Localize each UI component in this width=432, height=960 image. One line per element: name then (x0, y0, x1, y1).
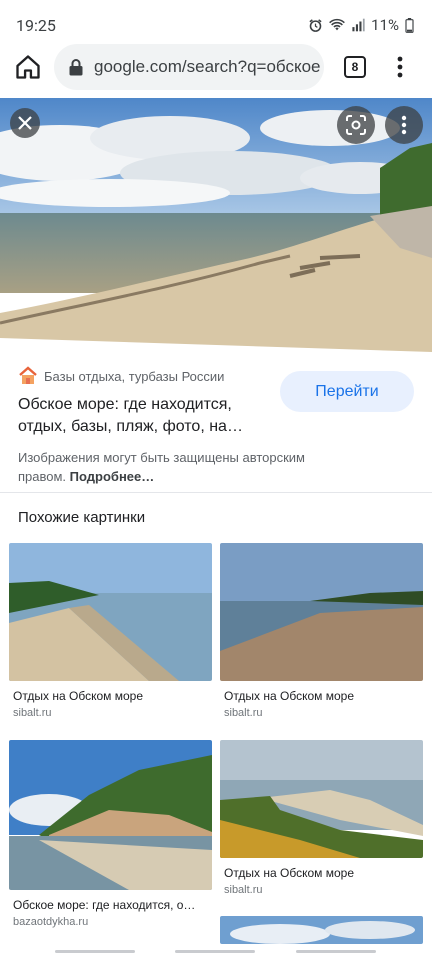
card-title: Отдых на Обском море (224, 866, 355, 880)
card-site: bazaotdykha.ru (13, 916, 89, 928)
copyright-notice: Изображения могут быть защищены авторски… (18, 448, 348, 486)
home-icon[interactable] (14, 53, 42, 81)
card-title: Обское море: где находится, о… (13, 898, 196, 912)
wifi-icon (329, 18, 346, 31)
address-bar[interactable]: google.com/search?q=обское (54, 44, 324, 90)
similar-image (220, 916, 423, 944)
card-site: sibalt.ru (224, 884, 263, 896)
similar-image-card[interactable]: Отдых на Обском море sibalt.ru (220, 543, 423, 723)
similar-image (9, 740, 212, 890)
close-preview-button[interactable] (10, 108, 40, 138)
similar-image (220, 543, 423, 681)
card-site: sibalt.ru (13, 707, 52, 719)
preview-more-button[interactable] (385, 106, 423, 144)
visit-button[interactable]: Перейти (280, 371, 414, 412)
more-vert-icon (401, 115, 407, 135)
recents-gesture-line[interactable] (296, 950, 376, 953)
signal-icon (352, 18, 365, 32)
status-time: 19:25 (16, 15, 56, 35)
source-name: Базы отдыха, турбазы России (44, 368, 225, 384)
close-icon (18, 116, 32, 130)
url-text: google.com/search?q=обское (94, 57, 321, 76)
preview-image[interactable] (0, 98, 432, 352)
similar-image-card[interactable]: Отдых на Обском море sibalt.ru (220, 740, 423, 900)
result-title[interactable]: Обское море: где находится, отдых, базы,… (18, 394, 268, 438)
result-title-line2: отдых, базы, пляж, фото, на… (18, 418, 243, 435)
source-row[interactable]: Базы отдыха, турбазы России (18, 366, 224, 386)
tab-switcher-button[interactable]: 8 (344, 56, 366, 78)
browser-toolbar: google.com/search?q=обское 8 (0, 44, 432, 90)
lock-icon (69, 59, 83, 76)
similar-image-card[interactable] (220, 916, 423, 944)
card-title: Отдых на Обском море (224, 689, 355, 703)
similar-image-card[interactable]: Обское море: где находится, о… bazaotdyk… (9, 740, 212, 932)
more-vert-icon[interactable] (390, 54, 410, 80)
lens-button[interactable] (337, 106, 375, 144)
similar-image (9, 543, 212, 681)
status-bar: 19:25 11% (0, 0, 432, 50)
lens-icon (346, 115, 366, 135)
battery-percent: 11% (371, 16, 399, 34)
similar-image-card[interactable]: Отдых на Обском море sibalt.ru (9, 543, 212, 723)
back-gesture-line[interactable] (55, 950, 135, 953)
house-favicon-icon (19, 366, 37, 384)
home-gesture-line[interactable] (175, 950, 255, 953)
result-title-line1: Обское море: где находится, (18, 396, 232, 413)
divider (0, 492, 432, 493)
card-site: sibalt.ru (224, 707, 263, 719)
similar-image (220, 740, 423, 858)
card-title: Отдых на Обском море (13, 689, 144, 703)
navigation-gesture-bar (0, 944, 432, 960)
copyright-text: Изображения могут быть защищены авторски… (18, 450, 305, 484)
status-icons: 11% (308, 16, 414, 34)
more-link[interactable]: Подробнее… (70, 469, 155, 484)
alarm-icon (309, 18, 322, 32)
battery-icon (405, 17, 414, 33)
similar-images-heading: Похожие картинки (18, 509, 146, 526)
